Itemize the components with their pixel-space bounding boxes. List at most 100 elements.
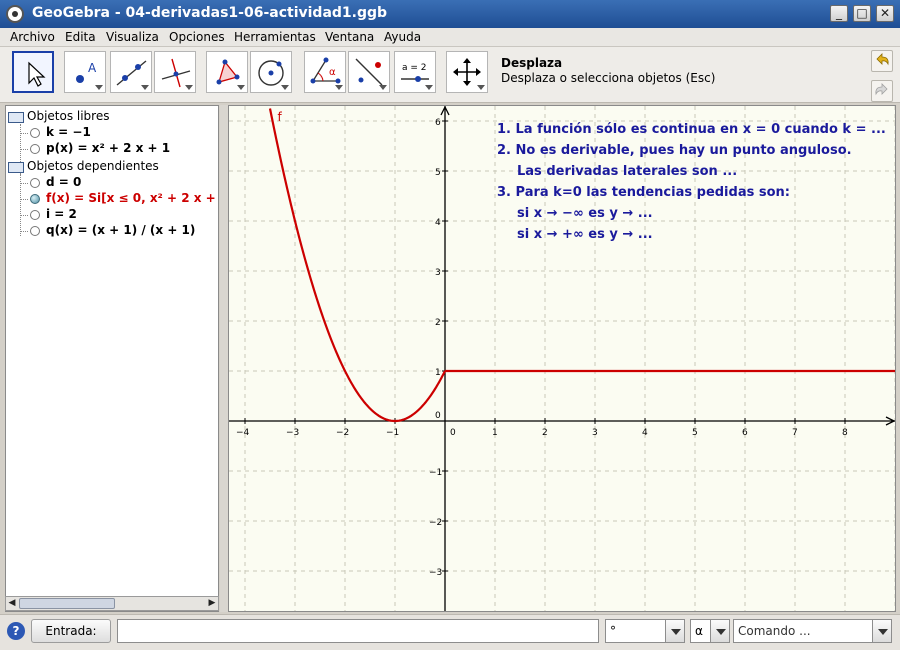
line-through-points-icon — [116, 60, 147, 86]
move-tool-button[interactable] — [12, 51, 54, 93]
command-combo[interactable]: Comando ... — [733, 619, 873, 643]
x-tick-label: −3 — [286, 428, 299, 438]
visibility-toggle-icon[interactable] — [30, 226, 40, 236]
close-button[interactable]: ✕ — [876, 5, 894, 22]
menu-herramientas[interactable]: Herramientas — [234, 30, 316, 44]
slider-tool-caption: a = 2 — [402, 63, 427, 73]
y-tick-label: 0 — [435, 411, 441, 421]
visibility-toggle-icon[interactable] — [30, 194, 40, 204]
y-tick-label: −3 — [429, 568, 442, 578]
note-line-5: si x → −∞ es y → ... — [517, 206, 653, 221]
menu-archivo[interactable]: Archivo — [10, 30, 55, 44]
y-tick-label: 3 — [435, 268, 441, 278]
note-line-6: si x → +∞ es y → ... — [517, 227, 653, 242]
visibility-toggle-icon[interactable] — [30, 128, 40, 138]
toolbar: A α a = 2 Desplaza Desplaza o selecciona… — [0, 47, 900, 103]
perpendicular-line-icon — [161, 58, 191, 88]
graphics-canvas[interactable]: −4 −3 −2 −1 0 1 2 3 4 5 6 7 8 6 5 4 3 2 1 0 −1 −2 −3 f — [229, 106, 895, 611]
scroll-right-icon[interactable]: ▶ — [206, 597, 218, 610]
view-splitter[interactable] — [220, 105, 228, 612]
x-tick-label: 7 — [792, 428, 798, 438]
reflect-tool-button[interactable] — [348, 51, 390, 93]
geogebra-app-icon — [6, 5, 24, 23]
scroll-left-icon[interactable]: ◀ — [6, 597, 18, 610]
scrollbar-thumb[interactable] — [19, 598, 115, 609]
chevron-down-icon[interactable] — [872, 619, 892, 643]
angle-tool-symbol: α — [329, 67, 336, 78]
maximize-button[interactable]: □ — [853, 5, 871, 22]
note-line-3: Las derivadas laterales son ... — [517, 164, 738, 179]
algebra-item-i[interactable]: i = 2 — [6, 207, 216, 223]
undo-arrow-icon — [876, 53, 889, 66]
menu-visualiza[interactable]: Visualiza — [106, 30, 159, 44]
graphics-view[interactable]: −4 −3 −2 −1 0 1 2 3 4 5 6 7 8 6 5 4 3 2 1 0 −1 −2 −3 f 1. La f… — [228, 105, 896, 612]
circle-tool-button[interactable] — [250, 51, 292, 93]
new-point-icon: A — [76, 61, 97, 83]
input-help-button[interactable]: Entrada: — [31, 619, 111, 643]
degree-symbol-combo[interactable]: ° — [605, 619, 667, 643]
free-objects-header[interactable]: Objetos libres — [6, 109, 216, 125]
cursor-arrow-icon — [28, 61, 46, 87]
x-tick-label: 2 — [542, 428, 548, 438]
window-title: GeoGebra - 04-derivadas1-06-actividad1.g… — [32, 5, 388, 21]
redo-button[interactable] — [871, 80, 893, 102]
slider-icon: a = 2 — [401, 63, 429, 82]
y-tick-label: 6 — [435, 118, 441, 128]
menu-bar: Archivo Edita Visualiza Opciones Herrami… — [0, 28, 900, 47]
function-f-label[interactable]: f — [278, 110, 283, 124]
help-icon[interactable]: ? — [7, 622, 25, 640]
note-line-2: 2. No es derivable, pues hay un punto an… — [497, 143, 852, 158]
y-tick-label: −2 — [429, 518, 442, 528]
angle-tool-button[interactable]: α — [304, 51, 346, 93]
greek-symbol-combo[interactable]: α — [690, 619, 712, 643]
menu-ayuda[interactable]: Ayuda — [384, 30, 421, 44]
algebra-item-p[interactable]: p(x) = x² + 2 x + 1 — [6, 141, 216, 157]
visibility-toggle-icon[interactable] — [30, 178, 40, 188]
x-tick-label: 0 — [450, 428, 456, 438]
function-f-parabola-branch[interactable] — [268, 108, 446, 423]
chevron-down-icon[interactable] — [665, 619, 685, 643]
chevron-down-icon[interactable] — [710, 619, 730, 643]
angle-icon: α — [310, 57, 341, 84]
note-line-1: 1. La función sólo es continua en x = 0 … — [497, 122, 886, 137]
x-tick-label: −1 — [386, 428, 399, 438]
minimize-button[interactable]: _ — [830, 5, 848, 22]
line-tool-button[interactable] — [110, 51, 152, 93]
y-tick-label: 4 — [435, 218, 441, 228]
polygon-tool-button[interactable] — [206, 51, 248, 93]
visibility-toggle-icon[interactable] — [30, 210, 40, 220]
folder-icon — [8, 112, 24, 123]
active-tool-title: Desplaza — [501, 56, 563, 70]
y-tick-label: −1 — [429, 468, 442, 478]
visibility-toggle-icon[interactable] — [30, 144, 40, 154]
algebra-item-d[interactable]: d = 0 — [6, 175, 216, 191]
algebra-horizontal-scrollbar[interactable]: ◀ ▶ — [5, 596, 219, 611]
y-tick-label: 5 — [435, 168, 441, 178]
point-tool-letter: A — [88, 61, 97, 75]
algebra-item-q[interactable]: q(x) = (x + 1) / (x + 1) — [6, 223, 216, 239]
x-tick-label: 6 — [742, 428, 748, 438]
perpendicular-tool-button[interactable] — [154, 51, 196, 93]
circle-center-point-icon — [258, 60, 284, 86]
x-tick-label: −2 — [336, 428, 349, 438]
slider-tool-button[interactable]: a = 2 — [394, 51, 436, 93]
menu-opciones[interactable]: Opciones — [169, 30, 225, 44]
dependent-objects-header[interactable]: Objetos dependientes — [6, 159, 216, 175]
point-tool-button[interactable]: A — [64, 51, 106, 93]
undo-button[interactable] — [871, 50, 893, 72]
algebra-view: Objetos libres k = −1 p(x) = x² + 2 x + … — [5, 105, 219, 612]
reflect-about-line-icon — [355, 58, 383, 86]
algebra-item-k[interactable]: k = −1 — [6, 125, 216, 141]
algebra-item-f[interactable]: f(x) = Si[x ≤ 0, x² + 2 x + 1, — [6, 191, 218, 207]
active-tool-help: Desplaza o selecciona objetos (Esc) — [501, 71, 716, 85]
note-line-4: 3. Para k=0 las tendencias pedidas son: — [497, 185, 790, 200]
title-bar: GeoGebra - 04-derivadas1-06-actividad1.g… — [0, 0, 900, 28]
redo-arrow-icon — [875, 83, 888, 96]
input-field[interactable] — [117, 619, 599, 643]
menu-edita[interactable]: Edita — [65, 30, 96, 44]
menu-ventana[interactable]: Ventana — [325, 30, 374, 44]
y-tick-label: 1 — [435, 368, 441, 378]
move-view-tool-button[interactable] — [446, 51, 488, 93]
x-tick-label: 5 — [692, 428, 698, 438]
polygon-icon — [216, 59, 240, 85]
